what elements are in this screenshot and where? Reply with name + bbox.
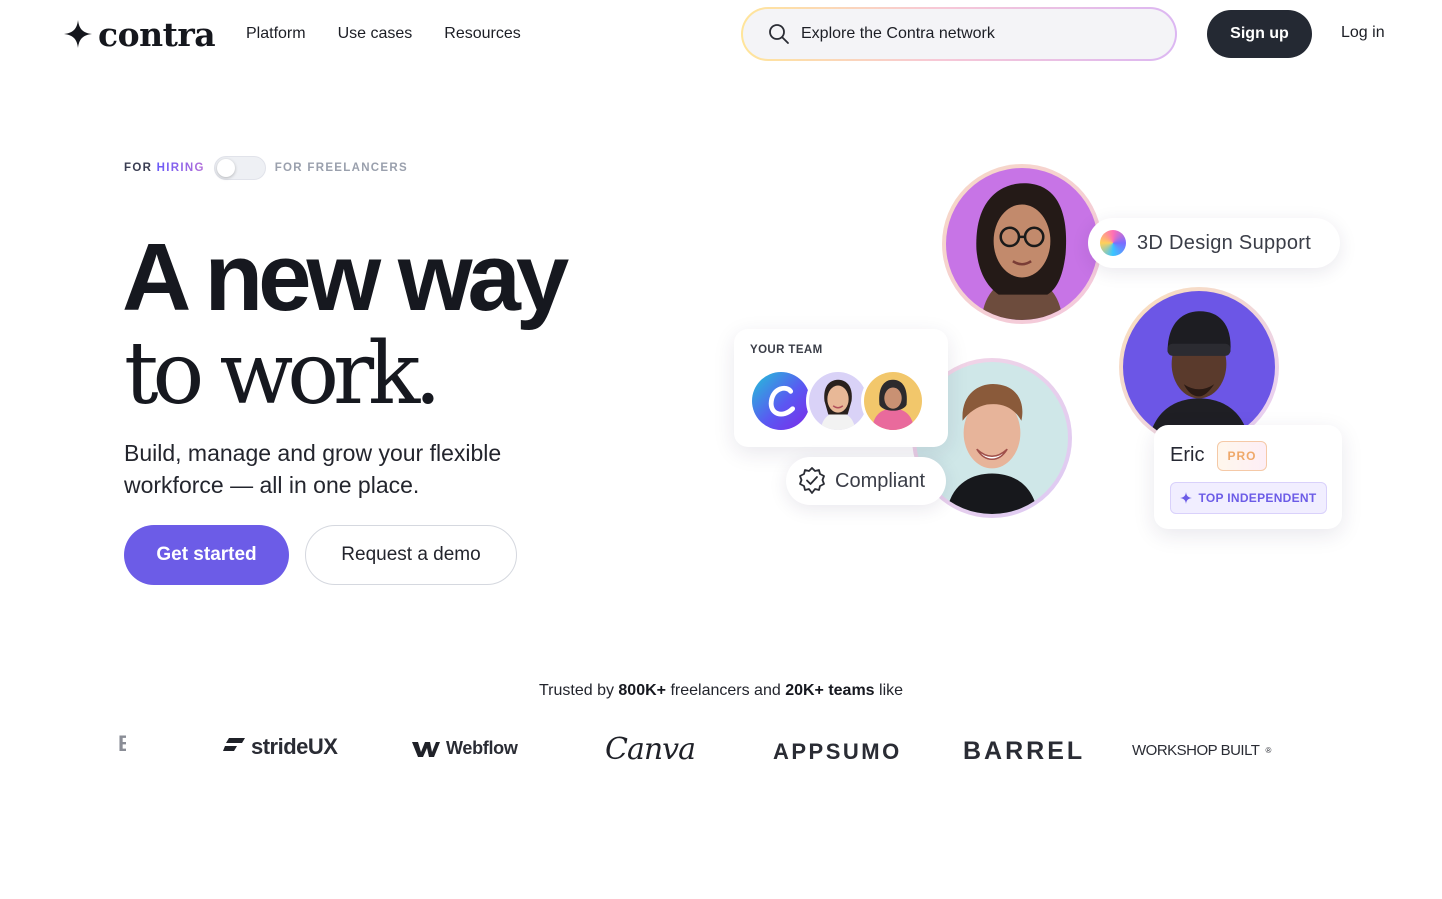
logo-workshop-text: WORKSHOP BUILT xyxy=(1132,742,1260,759)
nav-resources[interactable]: Resources xyxy=(444,24,520,44)
logo-strideux-text: strideUX xyxy=(251,734,338,759)
sparkle-icon xyxy=(1180,492,1193,504)
sparkle-logo-icon xyxy=(64,20,92,48)
toggle-label-hiring-accent: HIRING xyxy=(156,162,205,174)
log-in-link[interactable]: Log in xyxy=(1341,24,1385,42)
person-portrait-icon xyxy=(1123,291,1275,443)
compliant-pill: Compliant xyxy=(786,457,946,505)
registered-mark: ® xyxy=(1265,746,1271,755)
top-badge-label: TOP INDEPENDENT xyxy=(1198,491,1317,505)
nav-use-cases[interactable]: Use cases xyxy=(338,24,413,44)
toggle-label-freelancers[interactable]: FOR FREELANCERS xyxy=(275,162,408,174)
request-demo-button[interactable]: Request a demo xyxy=(305,525,517,585)
person-portrait-icon xyxy=(864,372,922,430)
avatar-photo-1 xyxy=(946,168,1098,320)
trusted-prefix: Trusted by xyxy=(538,682,619,699)
pro-badge: PRO xyxy=(1217,441,1267,471)
freelancer-avatar-woman-glasses xyxy=(942,164,1102,324)
teams-count: 20K+ teams xyxy=(785,682,875,699)
trusted-suffix: like xyxy=(874,682,904,699)
skill-pill-3d-design: 3D Design Support xyxy=(1088,218,1340,268)
avatar-photo-2 xyxy=(1123,291,1275,443)
nav-platform[interactable]: Platform xyxy=(246,24,306,44)
skill-color-icon xyxy=(1100,230,1126,256)
main-nav: Platform Use cases Resources xyxy=(246,24,521,44)
team-member-canva-inner xyxy=(752,372,810,430)
customer-logos-strip: B strideUX Webflow Canva APPSUMO BARREL … xyxy=(0,728,1442,778)
logo-canva: Canva xyxy=(605,732,696,767)
freelancer-count: 800K+ xyxy=(618,682,666,699)
trusted-by-text: Trusted by 800K+ freelancers and 20K+ te… xyxy=(0,682,1442,700)
partial-logo-edge: B xyxy=(118,732,126,756)
contra-logo[interactable]: contra xyxy=(64,14,216,54)
your-team-card: YOUR TEAM xyxy=(734,329,948,447)
top-independent-badge: TOP INDEPENDENT xyxy=(1170,482,1327,514)
toggle-label-hiring-prefix: FOR xyxy=(124,162,157,174)
compliant-label: Compliant xyxy=(835,469,926,492)
strideux-mark-icon xyxy=(223,738,245,751)
logo-appsumo: APPSUMO xyxy=(773,739,902,764)
hero-headline-line2: to work. xyxy=(124,324,442,424)
webflow-mark-icon xyxy=(412,741,440,757)
audience-toggle-switch[interactable] xyxy=(213,156,266,180)
toggle-label-hiring[interactable]: FOR HIRING xyxy=(124,162,205,174)
logo-workshop-built: WORKSHOP BUILT ® xyxy=(1132,742,1271,759)
audience-toggle-row: FOR HIRING FOR FREELANCERS xyxy=(124,156,408,180)
search-input[interactable] xyxy=(801,25,1141,43)
logo-strideux: strideUX xyxy=(223,734,338,760)
get-started-button[interactable]: Get started xyxy=(124,525,289,585)
hero-headline-line1: A new way xyxy=(122,224,569,331)
logo-webflow: Webflow xyxy=(412,738,518,759)
search-field-container[interactable] xyxy=(743,9,1175,59)
person-portrait-icon xyxy=(809,372,867,430)
search-icon xyxy=(769,24,789,44)
skill-pill-label: 3D Design Support xyxy=(1137,231,1312,254)
freelancer-avatar-eric xyxy=(1119,287,1279,447)
sign-up-button[interactable]: Sign up xyxy=(1207,10,1312,58)
canva-logo-icon xyxy=(752,372,810,430)
profile-name: Eric xyxy=(1170,444,1205,466)
logo-wordmark: contra xyxy=(98,14,216,54)
team-card-title: YOUR TEAM xyxy=(750,344,823,356)
profile-card-eric: Eric PRO TOP INDEPENDENT xyxy=(1154,425,1342,529)
logo-barrel: BARREL xyxy=(963,737,1086,765)
logo-webflow-text: Webflow xyxy=(446,738,518,758)
site-header: contra Platform Use cases Resources Sign… xyxy=(0,0,1442,70)
team-member-avatar-3 xyxy=(861,369,925,433)
search-bar xyxy=(741,7,1177,61)
person-portrait-icon xyxy=(946,168,1098,320)
toggle-knob xyxy=(216,159,235,177)
trusted-middle: freelancers and xyxy=(666,682,786,699)
verified-badge-icon xyxy=(799,467,825,494)
team-member-avatar-2-inner xyxy=(809,372,867,430)
team-member-avatar-3-inner xyxy=(864,372,922,430)
hero-subtext: Build, manage and grow your flexible wor… xyxy=(124,440,502,498)
team-member-canva xyxy=(749,369,813,433)
